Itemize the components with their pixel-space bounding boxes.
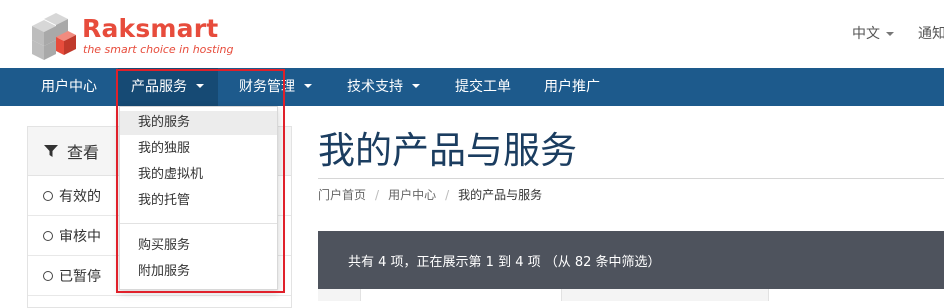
breadcrumb-separator: / xyxy=(375,188,380,202)
nav-item-support[interactable]: 技术支持 xyxy=(347,68,420,106)
chevron-down-icon xyxy=(304,84,312,88)
logo-name: Raksmart xyxy=(82,14,219,43)
dropdown-item-addons[interactable]: 附加服务 xyxy=(120,260,277,284)
page-title: 我的产品与服务 xyxy=(318,129,577,172)
site-header: Raksmart the smart choice in hosting 中文 … xyxy=(0,0,944,68)
nav-item-label: 产品服务 xyxy=(131,79,187,95)
breadcrumb-home[interactable]: 门户首页 xyxy=(318,188,366,202)
dropdown-item-my-dedicated[interactable]: 我的独服 xyxy=(120,137,277,161)
radio-icon xyxy=(43,190,53,201)
raksmart-logo[interactable]: Raksmart the smart choice in hosting xyxy=(26,9,234,61)
language-selector[interactable]: 中文 xyxy=(852,23,894,43)
nav-item-label: 财务管理 xyxy=(239,79,295,95)
table-header-cell xyxy=(768,289,944,301)
logo-tagline: the smart choice in hosting xyxy=(83,43,234,56)
products-dropdown-menu: 我的服务 我的独服 我的虚拟机 我的托管 购买服务 附加服务 xyxy=(119,106,278,290)
header-actions: 中文 通知 xyxy=(852,23,944,43)
language-label: 中文 xyxy=(852,26,880,42)
radio-icon xyxy=(43,230,53,241)
filter-label: 审核中 xyxy=(59,228,101,245)
dropdown-divider xyxy=(120,223,277,224)
sidebar-title: 查看 xyxy=(67,143,100,162)
notifications-link[interactable]: 通知 xyxy=(918,23,944,43)
breadcrumb-current: 我的产品与服务 xyxy=(458,188,543,202)
table-header-cell xyxy=(360,289,562,301)
breadcrumb: 门户首页 / 用户中心 / 我的产品与服务 xyxy=(318,186,542,203)
table-header-row xyxy=(318,289,944,301)
nav-item-user-center[interactable]: 用户中心 xyxy=(41,68,97,106)
nav-item-submit-ticket[interactable]: 提交工单 xyxy=(455,68,511,106)
dropdown-item-my-services[interactable]: 我的服务 xyxy=(120,111,277,135)
dropdown-item-my-colocation[interactable]: 我的托管 xyxy=(120,189,277,213)
chevron-down-icon xyxy=(886,32,894,36)
filter-label: 已暂停 xyxy=(59,268,101,285)
filter-label: 有效的 xyxy=(59,188,101,205)
nav-item-label: 技术支持 xyxy=(347,79,403,95)
chevron-down-icon xyxy=(412,84,420,88)
nav-item-billing[interactable]: 财务管理 xyxy=(239,68,312,106)
nav-item-label: 用户中心 xyxy=(41,79,97,95)
dropdown-item-buy-services[interactable]: 购买服务 xyxy=(120,234,277,258)
radio-icon xyxy=(43,270,53,281)
filter-icon xyxy=(44,145,58,157)
chevron-down-icon xyxy=(196,84,204,88)
nav-item-products[interactable]: 产品服务 xyxy=(118,68,218,106)
table-info-bar: 共有 4 项，正在展示第 1 到 4 项 （从 82 条中筛选） xyxy=(318,231,944,289)
nav-item-label: 用户推广 xyxy=(544,79,600,95)
logo-cube-icon xyxy=(32,13,76,60)
nav-item-label: 提交工单 xyxy=(455,79,511,95)
title-divider xyxy=(318,178,944,179)
table-info-text: 共有 4 项，正在展示第 1 到 4 项 （从 82 条中筛选） xyxy=(348,255,661,270)
main-navbar: 用户中心 产品服务 财务管理 技术支持 提交工单 用户推广 xyxy=(0,68,944,106)
dropdown-item-my-vps[interactable]: 我的虚拟机 xyxy=(120,163,277,187)
nav-item-affiliates[interactable]: 用户推广 xyxy=(544,68,600,106)
breadcrumb-separator: / xyxy=(445,188,450,202)
breadcrumb-user-center[interactable]: 用户中心 xyxy=(388,188,436,202)
